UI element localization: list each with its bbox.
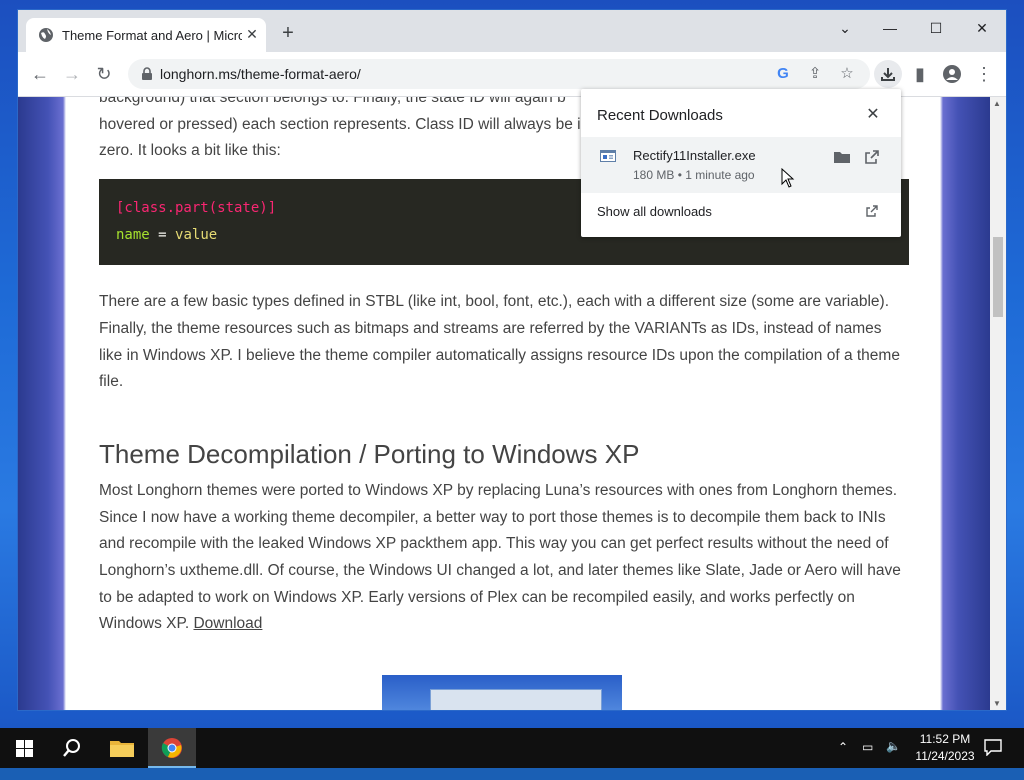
search-icon — [63, 739, 80, 757]
exe-file-icon — [600, 150, 616, 162]
search-button[interactable] — [48, 728, 96, 768]
porting-text: Most Longhorn themes were ported to Wind… — [99, 481, 901, 633]
tab-search-chevron-icon[interactable]: ⌄ — [833, 18, 857, 38]
open-external-icon[interactable] — [864, 149, 880, 165]
clock-date: 11/24/2023 — [915, 749, 975, 763]
system-clock[interactable]: 11:52 PM 11/24/2023 — [905, 731, 985, 765]
minimize-button[interactable]: — — [878, 18, 902, 38]
maximize-button[interactable]: ☐ — [924, 18, 948, 38]
chrome-icon — [161, 738, 182, 758]
url-text: longhorn.ms/theme-format-aero/ — [160, 66, 361, 82]
code-value: value — [175, 227, 218, 244]
tab-strip: Theme Format and Aero | Microsoft ✕ + ⌄ … — [18, 10, 1006, 52]
side-panel-icon[interactable]: ▮ — [908, 62, 932, 86]
start-button[interactable] — [0, 728, 48, 768]
back-arrow-icon[interactable]: ← — [28, 62, 52, 86]
lock-icon — [142, 67, 152, 80]
reload-icon[interactable]: ↻ — [92, 62, 116, 86]
downloads-popup-title: Recent Downloads — [597, 107, 723, 124]
paragraph-types: There are a few basic types defined in S… — [99, 293, 900, 391]
profile-avatar-icon[interactable] — [940, 62, 964, 86]
forward-arrow-icon[interactable]: → — [60, 62, 84, 86]
mouse-cursor-icon — [781, 168, 795, 188]
show-all-downloads-link[interactable]: Show all downloads — [597, 204, 712, 219]
download-file-name: Rectify11Installer.exe — [633, 148, 756, 163]
tab-title: Theme Format and Aero | Microsoft — [62, 28, 242, 43]
chrome-taskbar-button[interactable] — [148, 728, 196, 768]
notification-center-icon[interactable] — [984, 738, 1002, 778]
file-explorer-button[interactable] — [98, 728, 146, 768]
tab-close-icon[interactable]: ✕ — [244, 26, 260, 42]
share-icon[interactable]: ⇪ — [804, 63, 826, 85]
show-all-external-icon[interactable] — [864, 203, 880, 219]
folder-icon — [110, 741, 134, 757]
download-link[interactable]: Download — [193, 615, 262, 632]
windows-logo-icon — [16, 740, 33, 757]
vertical-scrollbar[interactable]: ▲ ▼ — [990, 97, 1006, 710]
code-key: name — [116, 227, 150, 244]
scrollbar-thumb[interactable] — [993, 237, 1003, 317]
code-equals: = — [158, 227, 167, 244]
close-window-button[interactable]: ✕ — [970, 18, 994, 38]
taskbar: ⌃ ▭ 🔈 11:52 PM 11/24/2023 — [0, 728, 1024, 768]
address-bar[interactable]: longhorn.ms/theme-format-aero/ G ⇪ ☆ — [128, 59, 870, 89]
google-lens-icon[interactable]: G — [772, 63, 794, 85]
scroll-down-arrow-icon[interactable]: ▼ — [993, 699, 1001, 708]
thumbnail-window — [430, 689, 602, 710]
folder-icon[interactable] — [833, 149, 851, 165]
globe-icon — [39, 28, 53, 42]
download-file-meta: 180 MB • 1 minute ago — [633, 168, 755, 182]
active-tab[interactable]: Theme Format and Aero | Microsoft ✕ — [26, 18, 266, 52]
volume-muted-icon[interactable]: 🔈 — [886, 739, 901, 779]
paragraph-porting: Most Longhorn themes were ported to Wind… — [99, 478, 909, 638]
download-item[interactable]: Rectify11Installer.exe 180 MB • 1 minute… — [581, 137, 901, 193]
network-icon[interactable]: ▭ — [862, 740, 873, 780]
downloads-button[interactable] — [874, 60, 902, 88]
downloads-popup: Recent Downloads ✕ Rectify11Installer.ex… — [581, 89, 901, 237]
section-heading: Theme Decompilation / Porting to Windows… — [99, 438, 640, 469]
screenshot-thumbnail[interactable] — [382, 675, 622, 710]
tray-chevron-icon[interactable]: ⌃ — [838, 740, 848, 780]
clock-time: 11:52 PM — [919, 732, 971, 746]
menu-kebab-icon[interactable]: ⋮ — [972, 62, 996, 86]
popup-close-icon[interactable]: ✕ — [864, 106, 882, 124]
download-icon — [881, 68, 895, 81]
new-tab-button[interactable]: + — [278, 23, 298, 44]
bookmark-star-icon[interactable]: ☆ — [836, 63, 858, 85]
scroll-up-arrow-icon[interactable]: ▲ — [993, 99, 1001, 108]
